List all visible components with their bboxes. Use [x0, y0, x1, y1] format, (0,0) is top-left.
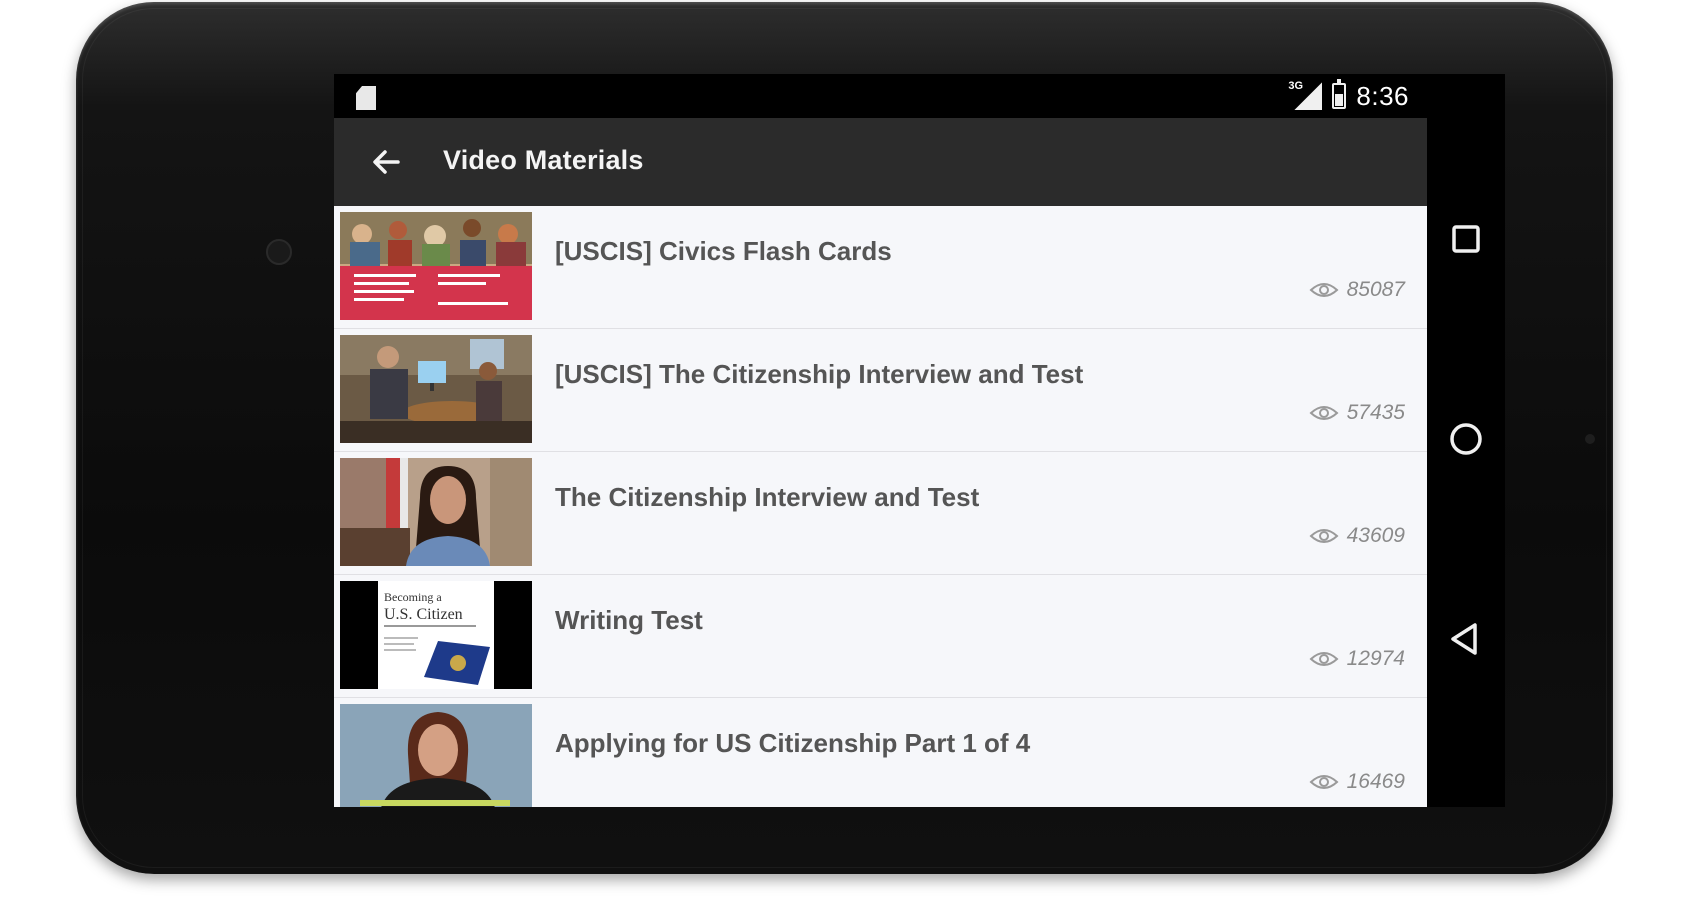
battery-icon: [1332, 79, 1347, 109]
view-count-group: 43609: [1309, 524, 1405, 548]
system-back-button[interactable]: [1441, 614, 1491, 664]
page-title: Video Materials: [443, 145, 644, 175]
eye-icon: [1309, 406, 1339, 420]
view-count: 16469: [1346, 770, 1405, 793]
video-list-item[interactable]: Becoming a U.S. Citizen Writing Test 129…: [334, 575, 1427, 698]
woman-speaker-thumbnail: [340, 458, 532, 566]
view-count-group: 12974: [1309, 647, 1405, 671]
becoming-us-citizen-thumbnail: Becoming a U.S. Citizen: [340, 581, 532, 689]
video-list-item[interactable]: The Citizenship Interview and Test 43609: [334, 452, 1427, 575]
network-type-label: 3G: [1288, 80, 1304, 92]
sd-card-icon: [356, 86, 376, 110]
thumbnail-heading-line1: Becoming a: [384, 590, 442, 604]
eye-icon: [1309, 283, 1339, 297]
home-icon: [1450, 423, 1482, 455]
view-count-group: 57435: [1309, 401, 1405, 425]
thumbnail-heading-line2: U.S. Citizen: [384, 606, 463, 623]
video-list[interactable]: [USCIS] Civics Flash Cards 85087 [USCIS]…: [334, 206, 1427, 807]
home-button[interactable]: [1441, 414, 1491, 464]
navigation-bar: [1427, 74, 1505, 807]
video-list-item[interactable]: [USCIS] The Citizenship Interview and Te…: [334, 329, 1427, 452]
video-title: [USCIS] Civics Flash Cards: [555, 236, 892, 266]
eye-icon: [1309, 652, 1339, 666]
light-sensor: [1585, 434, 1595, 444]
view-count: 57435: [1346, 401, 1405, 424]
recents-icon: [1452, 225, 1480, 253]
device-screen: 3G 8:36 Video Materials [USCIS] Civics F…: [334, 74, 1505, 807]
eye-icon: [1309, 775, 1339, 789]
back-icon: [1451, 623, 1477, 655]
status-clock: 8:36: [1356, 80, 1409, 111]
front-camera: [266, 239, 292, 265]
woman-presenter-thumbnail: [340, 704, 532, 807]
app-bar: Video Materials: [334, 118, 1427, 206]
video-title: [USCIS] The Citizenship Interview and Te…: [555, 359, 1084, 389]
video-title: Writing Test: [555, 605, 703, 635]
view-count: 12974: [1346, 647, 1405, 670]
view-count: 85087: [1346, 278, 1405, 301]
back-arrow-button[interactable]: [364, 140, 408, 184]
video-title: Applying for US Citizenship Part 1 of 4: [555, 728, 1031, 758]
video-list-item[interactable]: [USCIS] Civics Flash Cards 85087: [334, 206, 1427, 329]
video-title: The Citizenship Interview and Test: [555, 482, 980, 512]
arrow-left-icon: [373, 150, 400, 174]
status-bar: 3G 8:36: [334, 74, 1427, 118]
signal-icon: 3G: [1288, 80, 1323, 110]
civics-flash-cards-thumbnail: [340, 212, 532, 320]
eye-icon: [1309, 529, 1339, 543]
tablet-frame: 3G 8:36 Video Materials [USCIS] Civics F…: [76, 2, 1613, 874]
view-count: 43609: [1346, 524, 1405, 547]
view-count-group: 85087: [1309, 278, 1405, 302]
video-list-item[interactable]: Applying for US Citizenship Part 1 of 4 …: [334, 698, 1427, 807]
view-count-group: 16469: [1309, 770, 1405, 794]
office-interview-thumbnail: [340, 335, 532, 443]
recents-button[interactable]: [1441, 214, 1491, 264]
